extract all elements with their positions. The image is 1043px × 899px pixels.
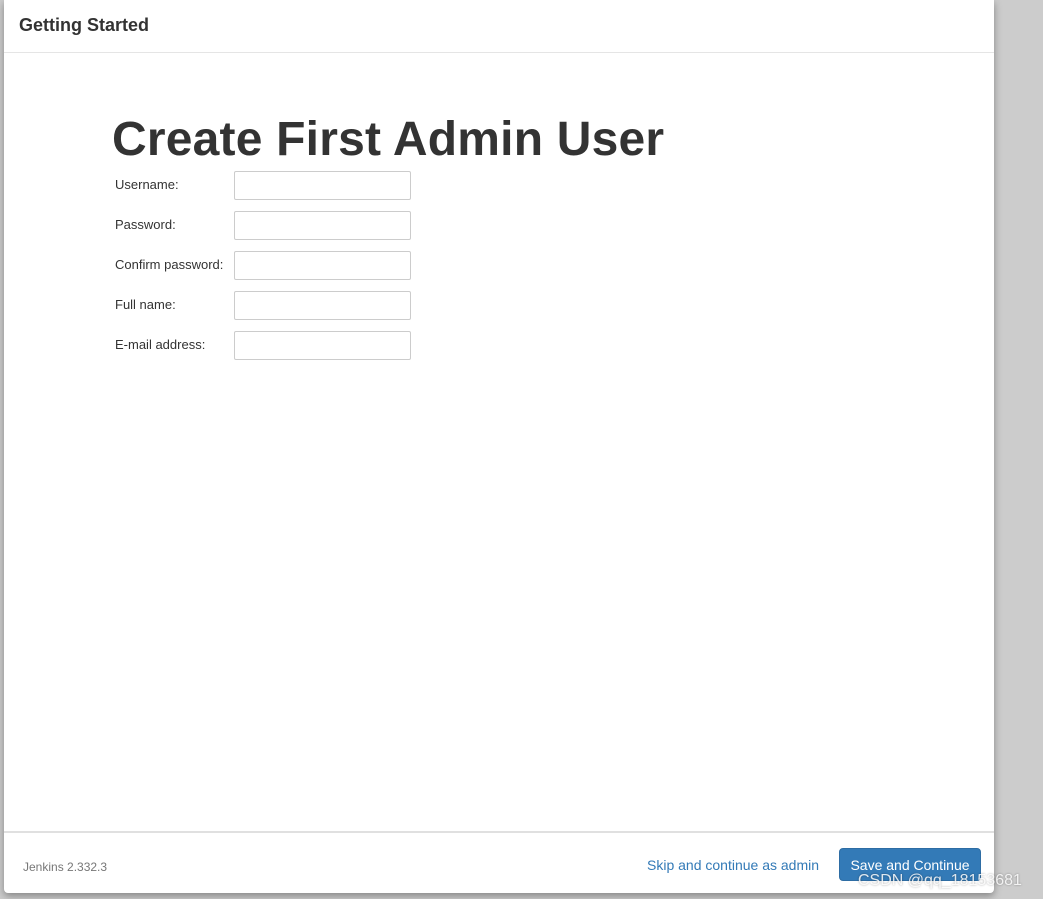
setup-wizard-dialog: Getting Started Create First Admin User … [4,0,994,893]
full-name-row: Full name: [115,291,415,321]
full-name-input[interactable] [234,291,411,320]
confirm-password-row: Confirm password: [115,251,415,281]
email-label: E-mail address: [115,337,206,352]
username-input[interactable] [234,171,411,200]
username-row: Username: [115,171,415,201]
page-title: Create First Admin User [112,113,665,166]
password-row: Password: [115,211,415,241]
email-row: E-mail address: [115,331,415,361]
password-label: Password: [115,217,176,232]
dialog-title: Getting Started [19,15,150,35]
dialog-body: Create First Admin User Username: Passwo… [4,54,994,831]
dialog-footer: Jenkins 2.332.3 Skip and continue as adm… [4,831,994,893]
password-input[interactable] [234,211,411,240]
confirm-password-input[interactable] [234,251,411,280]
email-input[interactable] [234,331,411,360]
watermark: CSDN @qq_18153681 [858,872,1022,889]
version-label: Jenkins 2.332.3 [23,860,108,874]
full-name-label: Full name: [115,297,176,312]
skip-and-continue-link[interactable]: Skip and continue as admin [647,857,819,873]
username-label: Username: [115,177,179,192]
confirm-password-label: Confirm password: [115,257,224,272]
dialog-header: Getting Started [4,0,994,53]
